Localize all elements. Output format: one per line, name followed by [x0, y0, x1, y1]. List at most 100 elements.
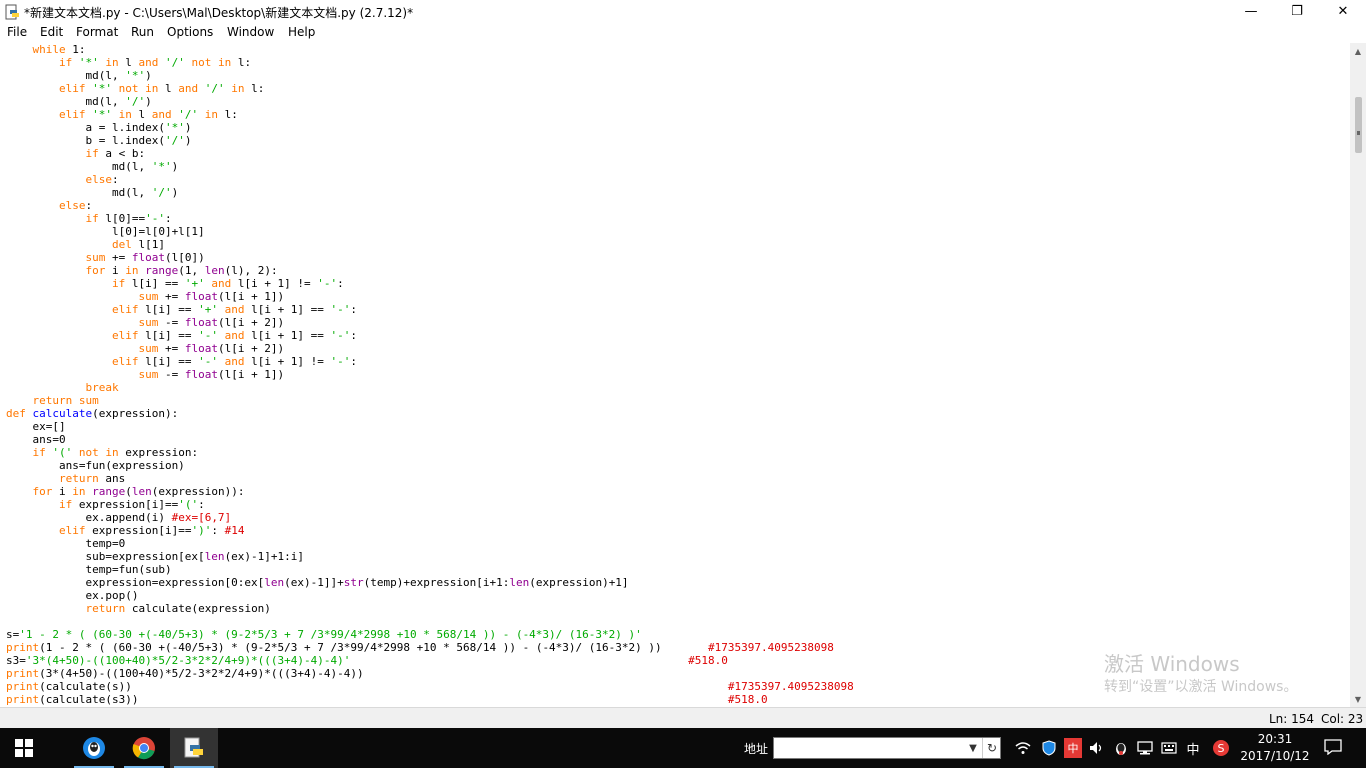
code-line[interactable]: sum -= float(l[i + 2]): [6, 316, 854, 329]
code-line[interactable]: sum -= float(l[i + 1]): [6, 368, 854, 381]
code-token: in: [118, 108, 132, 121]
code-token: #1735397.4095238098: [727, 680, 854, 693]
code-line[interactable]: md(l, '/'): [6, 186, 854, 199]
code-editor[interactable]: while 1: if '*' in l and '/' not in l: m…: [0, 43, 1350, 707]
code-line[interactable]: temp=0: [6, 537, 854, 550]
code-line[interactable]: sum += float(l[0]): [6, 251, 854, 264]
vertical-scrollbar[interactable]: ▲ ▼: [1350, 43, 1366, 707]
taskbar-app-qq[interactable]: [70, 728, 118, 768]
code-line[interactable]: print(3*(4+50)-((100+40)*5/2-3*2*2/4+9)*…: [6, 667, 854, 680]
code-line[interactable]: ex=[]: [6, 420, 854, 433]
code-line[interactable]: if '*' in l and '/' not in l:: [6, 56, 854, 69]
code-token: :: [350, 329, 358, 342]
code-line[interactable]: while 1:: [6, 43, 854, 56]
ime-badge[interactable]: 中: [1064, 738, 1082, 758]
code-line[interactable]: del l[1]: [6, 238, 854, 251]
keyboard-icon[interactable]: [1160, 738, 1178, 758]
code-line[interactable]: else:: [6, 199, 854, 212]
code-line[interactable]: elif '*' not in l and '/' in l:: [6, 82, 854, 95]
code-line[interactable]: elif l[i] == '-' and l[i + 1] != '-':: [6, 355, 854, 368]
code-line[interactable]: sum += float(l[i + 1]): [6, 290, 854, 303]
code-line[interactable]: if '(' not in expression:: [6, 446, 854, 459]
address-input[interactable]: ▼ ↻: [773, 737, 1001, 759]
address-dropdown-icon[interactable]: ▼: [964, 738, 982, 758]
code-line[interactable]: ans=0: [6, 433, 854, 446]
security-shield-icon[interactable]: [1040, 738, 1058, 758]
minimize-button[interactable]: —: [1228, 0, 1274, 23]
taskbar-app-chrome[interactable]: [120, 728, 168, 768]
code-line[interactable]: temp=fun(sub): [6, 563, 854, 576]
code-line[interactable]: sum += float(l[i + 2]): [6, 342, 854, 355]
status-bar: Ln: 154 Col: 23: [0, 707, 1366, 729]
code-line[interactable]: for i in range(len(expression)):: [6, 485, 854, 498]
taskbar-clock[interactable]: 20:31 2017/10/12: [1240, 731, 1310, 765]
code-line[interactable]: md(l, '*'): [6, 69, 854, 82]
code-line[interactable]: if a < b:: [6, 147, 854, 160]
action-center-icon[interactable]: [1322, 736, 1344, 758]
code-line[interactable]: b = l.index('/'): [6, 134, 854, 147]
code-line[interactable]: elif l[i] == '-' and l[i + 1] == '-':: [6, 329, 854, 342]
start-button[interactable]: [0, 728, 48, 768]
code-token: -=: [158, 316, 185, 329]
code-token: l: [131, 108, 152, 121]
qq-tray-icon[interactable]: [1112, 738, 1130, 758]
menu-options[interactable]: Options: [167, 25, 213, 39]
code-token: elif: [111, 355, 139, 368]
address-refresh-icon[interactable]: ↻: [982, 738, 1001, 758]
scrollbar-thumb[interactable]: [1355, 97, 1362, 153]
menu-file[interactable]: File: [7, 25, 27, 39]
code-line[interactable]: a = l.index('*'): [6, 121, 854, 134]
code-line[interactable]: expression=expression[0:ex[len(ex)-1]]+s…: [6, 576, 854, 589]
code-token: a = l.index(: [6, 121, 165, 134]
code-line[interactable]: print(calculate(s3)) #518.0: [6, 693, 854, 706]
menu-format[interactable]: Format: [76, 25, 118, 39]
code-line[interactable]: return calculate(expression): [6, 602, 854, 615]
code-token: l[0]=l[0]+l[1]: [6, 225, 205, 238]
code-line[interactable]: [6, 615, 854, 628]
code-line[interactable]: print(calculate(s)) #1735397.4095238098: [6, 680, 854, 693]
menu-window[interactable]: Window: [227, 25, 274, 39]
code-line[interactable]: l[0]=l[0]+l[1]: [6, 225, 854, 238]
ime-language-indicator[interactable]: 中: [1184, 738, 1202, 758]
code-line[interactable]: md(l, '/'): [6, 95, 854, 108]
code-line[interactable]: elif expression[i]==')': #14: [6, 524, 854, 537]
code-line[interactable]: s='1 - 2 * ( (60-30 +(-40/5+3) * (9-2*5/…: [6, 628, 854, 641]
code-line[interactable]: ex.pop(): [6, 589, 854, 602]
code-line[interactable]: else:: [6, 173, 854, 186]
code-line[interactable]: break: [6, 381, 854, 394]
scroll-up-arrow-icon[interactable]: ▲: [1350, 43, 1366, 59]
code-text[interactable]: while 1: if '*' in l and '/' not in l: m…: [6, 43, 854, 706]
code-line[interactable]: return ans: [6, 472, 854, 485]
sogou-ime-icon[interactable]: S: [1212, 738, 1230, 758]
code-token: '/': [178, 108, 199, 121]
close-button[interactable]: ✕: [1320, 0, 1366, 23]
scroll-down-arrow-icon[interactable]: ▼: [1350, 691, 1366, 707]
code-line[interactable]: return sum: [6, 394, 854, 407]
code-line[interactable]: s3='3*(4+50)-((100+40)*5/2-3*2*2/4+9)*((…: [6, 654, 854, 667]
code-line[interactable]: print(1 - 2 * ( (60-30 +(-40/5+3) * (9-2…: [6, 641, 854, 654]
code-line[interactable]: for i in range(1, len(l), 2):: [6, 264, 854, 277]
code-line[interactable]: if l[0]=='-':: [6, 212, 854, 225]
code-line[interactable]: elif l[i] == '+' and l[i + 1] == '-':: [6, 303, 854, 316]
code-line[interactable]: if l[i] == '+' and l[i + 1] != '-':: [6, 277, 854, 290]
code-line[interactable]: md(l, '*'): [6, 160, 854, 173]
code-line[interactable]: ex.append(i) #ex=[6,7]: [6, 511, 854, 524]
code-token: :: [85, 199, 93, 212]
code-line[interactable]: def calculate(expression):: [6, 407, 854, 420]
menu-help[interactable]: Help: [288, 25, 315, 39]
network-icon[interactable]: [1136, 738, 1154, 758]
volume-icon[interactable]: [1088, 738, 1106, 758]
code-line[interactable]: ans=fun(expression): [6, 459, 854, 472]
menu-edit[interactable]: Edit: [40, 25, 63, 39]
code-token: float: [184, 316, 218, 329]
maximize-button[interactable]: ❐: [1274, 0, 1320, 23]
taskbar-app-idle[interactable]: [170, 728, 218, 768]
code-line[interactable]: sub=expression[ex[len(ex)-1]+1:i]: [6, 550, 854, 563]
menu-run[interactable]: Run: [131, 25, 154, 39]
code-line[interactable]: if expression[i]=='(':: [6, 498, 854, 511]
code-line[interactable]: elif '*' in l and '/' in l:: [6, 108, 854, 121]
code-token: calculate(expression): [125, 602, 271, 615]
wifi-icon[interactable]: [1014, 738, 1032, 758]
